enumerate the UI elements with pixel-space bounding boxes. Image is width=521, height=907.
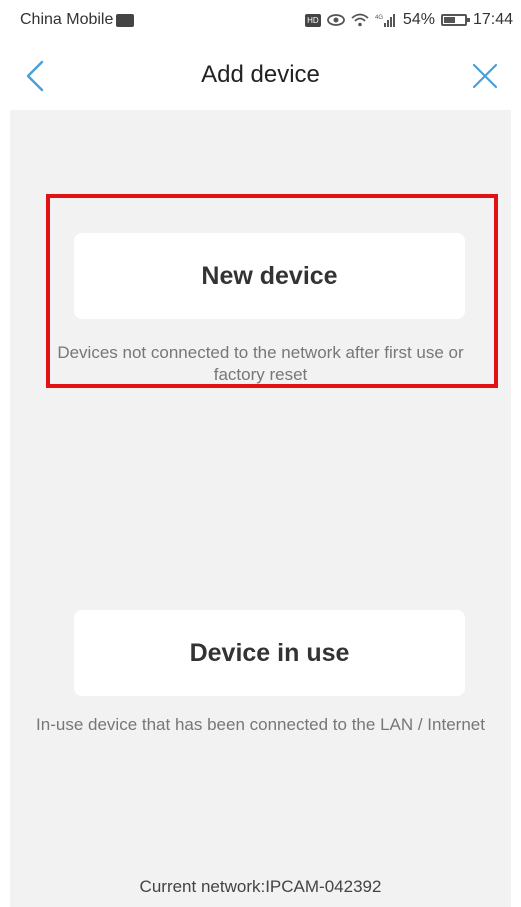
carrier-label: China Mobile xyxy=(20,11,114,28)
status-bar: China Mobile HD 4G 54% 17:44 xyxy=(0,0,521,40)
current-network-label: Current network:IPCAM-042392 xyxy=(139,877,382,896)
battery-level xyxy=(443,17,455,23)
close-icon[interactable] xyxy=(471,62,499,90)
main-content: New device Devices not connected to the … xyxy=(10,110,511,907)
chevron-left-icon[interactable] xyxy=(22,60,50,92)
highlight-box xyxy=(46,194,498,388)
device-in-use-description: In-use device that has been connected to… xyxy=(36,715,485,734)
signal-icon: 4G xyxy=(375,13,397,27)
device-in-use-button[interactable]: Device in use xyxy=(74,610,465,696)
carrier-badge-icon xyxy=(116,13,135,27)
svg-text:4G: 4G xyxy=(375,15,383,21)
clock: 17:44 xyxy=(472,11,513,28)
eye-icon xyxy=(327,13,345,27)
status-left: China Mobile xyxy=(20,11,135,29)
status-right: HD 4G 54% 17:44 xyxy=(304,11,513,29)
hd-icon: HD xyxy=(304,13,321,27)
battery-icon xyxy=(440,14,470,26)
wifi-icon xyxy=(351,13,369,27)
battery-percent: 54% xyxy=(402,11,435,28)
page-title: Add device xyxy=(201,61,320,88)
nav-bar: Add device xyxy=(0,40,521,110)
